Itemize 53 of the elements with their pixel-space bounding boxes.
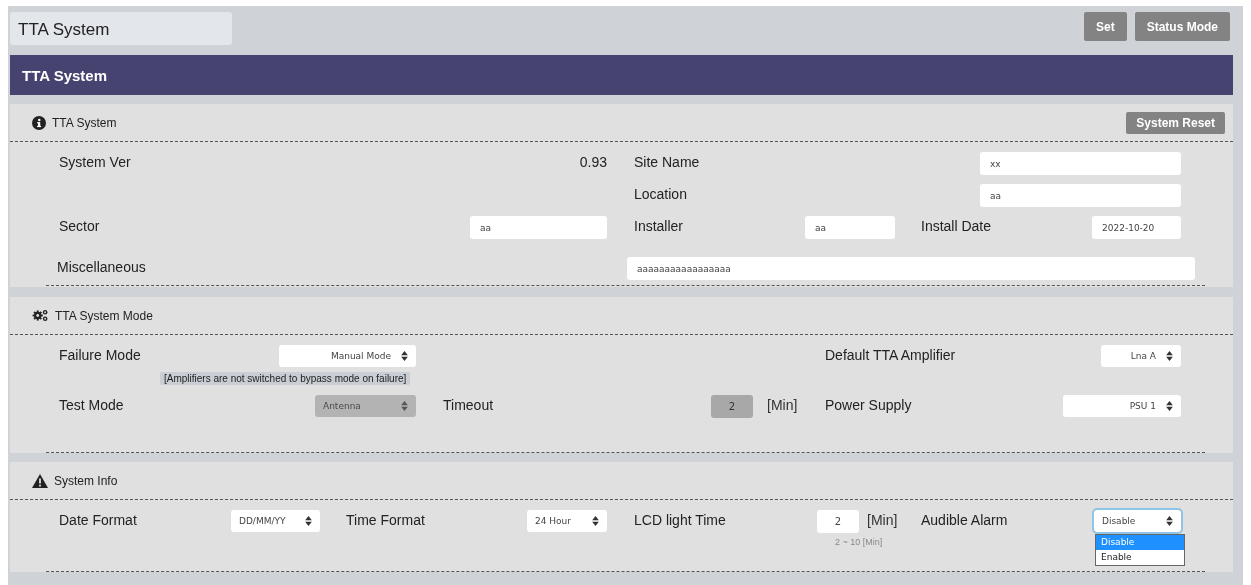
select-field[interactable]: Disable [1094, 510, 1181, 532]
select-field[interactable]: 24 Hour [527, 510, 607, 532]
select-field[interactable]: Lna A [1101, 345, 1181, 367]
unit-label: [Min] [767, 396, 799, 415]
warning-icon [32, 473, 48, 488]
info-icon [32, 115, 46, 130]
input-field[interactable]: xx [980, 152, 1181, 175]
field-label: Default TTA Amplifier [825, 346, 957, 365]
page-title: TTA System [10, 12, 232, 45]
section-title: TTA System Mode [55, 308, 153, 323]
dropdown-option[interactable]: Enable [1096, 550, 1184, 565]
field-label: System Ver [59, 153, 131, 172]
select-field[interactable]: PSU 1 [1063, 395, 1181, 417]
select-field[interactable]: DD/MM/YY [231, 510, 320, 532]
date-field[interactable]: 2022-10-20 [1092, 216, 1181, 239]
sort-caret-icon [1166, 401, 1173, 411]
note-text: [Amplifiers are not switched to bypass mode on failure] [160, 372, 411, 385]
sort-caret-icon [1166, 516, 1173, 526]
sort-caret-icon [305, 516, 312, 526]
input-field[interactable]: 2 [817, 510, 859, 533]
sort-caret-icon [1166, 351, 1173, 361]
field-label: Installer [634, 217, 685, 236]
section-title: System Info [54, 473, 118, 488]
input-field[interactable]: aaaaaaaaaaaaaaaaa [627, 257, 1195, 280]
field-label: Failure Mode [59, 346, 142, 365]
range-hint: 2 ~ 10 [Min] [835, 537, 883, 547]
field-label: Audible Alarm [921, 511, 1009, 530]
field-label: Test Mode [59, 396, 125, 415]
field-label: Install Date [921, 217, 993, 236]
gears-icon [32, 309, 49, 322]
sort-caret-icon [401, 401, 408, 411]
field-label: LCD light Time [634, 511, 727, 530]
field-label: Timeout [443, 396, 495, 415]
input-field[interactable]: aa [805, 216, 895, 239]
field-label: Miscellaneous [57, 258, 147, 277]
system-reset-button[interactable]: System Reset [1126, 111, 1225, 134]
field-label: Power Supply [825, 396, 913, 415]
input-field[interactable]: aa [980, 184, 1181, 207]
field-label: Sector [59, 217, 101, 236]
field-label: Site Name [634, 153, 701, 172]
sort-caret-icon [592, 516, 599, 526]
unit-label: [Min] [867, 511, 899, 530]
section-title: TTA System [52, 115, 117, 130]
select-field[interactable]: Manual Mode [279, 345, 416, 367]
sort-caret-icon [401, 351, 408, 361]
version-value: 0.93 [579, 153, 607, 172]
input-field[interactable]: aa [470, 216, 607, 239]
header-button[interactable]: Set [1083, 12, 1127, 41]
field-label: Time Format [346, 511, 426, 530]
field-label: Date Format [59, 511, 138, 530]
header-button[interactable]: Status Mode [1134, 12, 1230, 41]
field-label: Location [634, 185, 688, 204]
banner-title: TTA System [22, 66, 108, 84]
